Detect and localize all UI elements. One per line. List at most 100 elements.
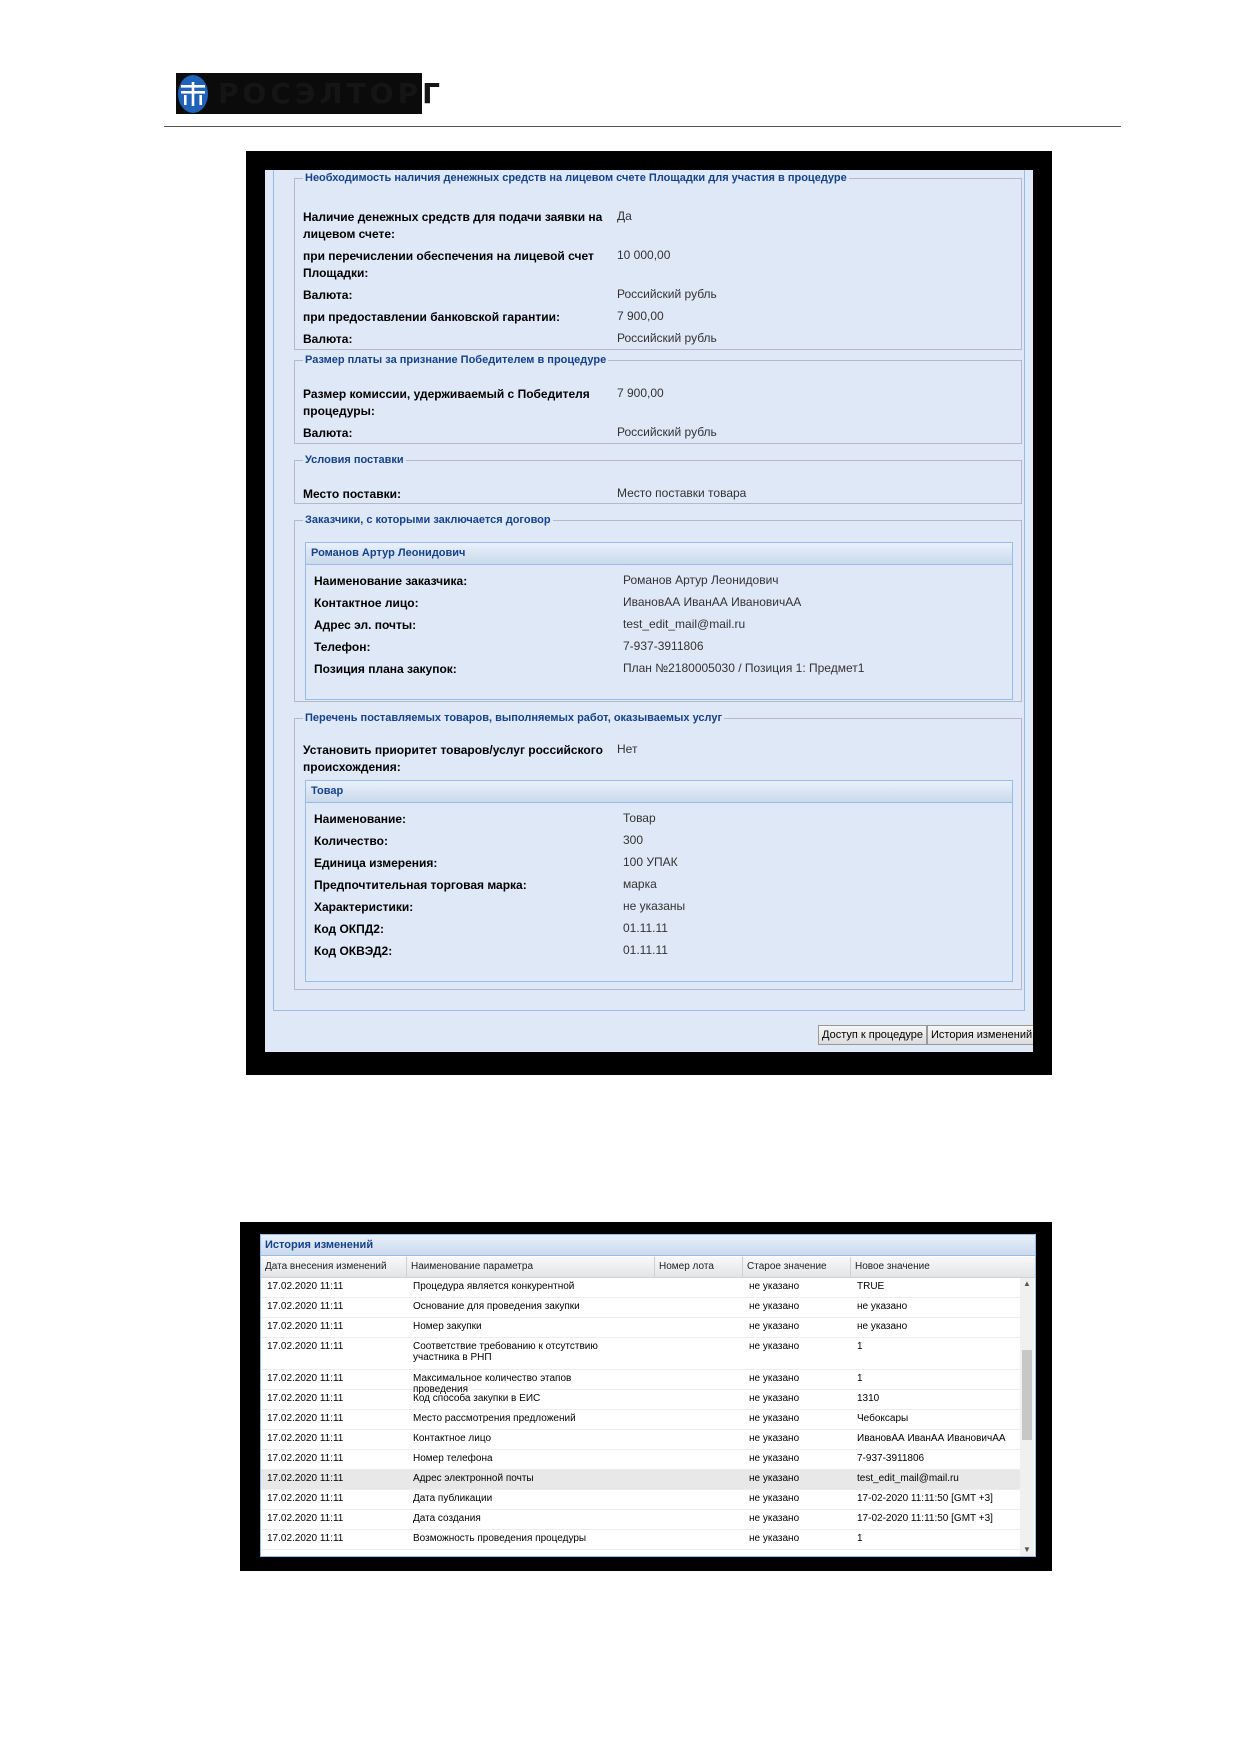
grid-header: Дата внесения изменений Наименование пар… xyxy=(261,1257,1035,1278)
scroll-down-icon[interactable]: ▼ xyxy=(1020,1544,1034,1556)
history-row[interactable]: 17.02.2020 11:11 Номер телефона не указано… xyxy=(261,1450,1021,1470)
cell-date: 17.02.2020 11:11 xyxy=(267,1321,344,1332)
winner-fee-fieldset: Размер платы за признание Победителем в … xyxy=(294,354,1022,444)
cell-date: 17.02.2020 11:11 xyxy=(267,1281,344,1292)
cell-old-value: не указано xyxy=(749,1373,800,1384)
logo-emblem-icon xyxy=(178,74,208,113)
cell-parameter: Возможность проведения процедуры xyxy=(413,1533,587,1544)
cell-old-value: не указано xyxy=(749,1533,800,1544)
cell-old-value: не указано xyxy=(749,1473,800,1484)
cell-new-value: 1 xyxy=(857,1373,863,1384)
cash-requirement-legend: Необходимость наличия денежных средств н… xyxy=(305,172,847,184)
field-value: План №2180005030 / Позиция 1: Предмет1 xyxy=(623,661,865,675)
grid-body: 17.02.2020 11:11 Процедура является конку… xyxy=(261,1278,1021,1550)
history-row[interactable]: 17.02.2020 11:11 Контактное лицо не указан… xyxy=(261,1430,1021,1450)
history-row[interactable]: 17.02.2020 11:11 Соответствие требованию … xyxy=(261,1338,1021,1370)
cell-new-value: test_edit_mail@mail.ru xyxy=(857,1473,959,1484)
cell-new-value: не указано xyxy=(857,1301,908,1312)
procedure-access-button[interactable]: Доступ к процедуре xyxy=(818,1025,928,1045)
cell-parameter: Дата создания xyxy=(413,1513,481,1524)
procedure-form-screenshot: Необходимость наличия денежных средств н… xyxy=(246,151,1052,1075)
cell-date: 17.02.2020 11:11 xyxy=(267,1341,344,1352)
field-label: Единица измерения: xyxy=(314,856,438,870)
field-label: Позиция плана закупок: xyxy=(314,662,457,676)
history-row[interactable]: 17.02.2020 11:11 Процедура является конку… xyxy=(261,1278,1021,1298)
field-label: Наличие денежных средств для подачи заяв… xyxy=(303,210,603,241)
cell-old-value: не указано xyxy=(749,1433,800,1444)
cell-new-value: 1310 xyxy=(857,1393,880,1404)
customers-fieldset: Заказчики, с которыми заключается догово… xyxy=(294,514,1022,702)
change-history-title: История изменений xyxy=(261,1235,1035,1256)
cash-requirement-fieldset: Необходимость наличия денежных средств н… xyxy=(294,172,1022,350)
scroll-up-icon[interactable]: ▲ xyxy=(1020,1278,1034,1290)
change-history-button[interactable]: История изменений xyxy=(927,1025,1033,1045)
cell-new-value: ИвановАА ИванАА ИвановичАА xyxy=(857,1433,1006,1444)
scrollbar-thumb[interactable] xyxy=(1022,1350,1032,1440)
field-label: Адрес эл. почты: xyxy=(314,618,417,632)
field-value: Нет xyxy=(617,742,638,756)
cell-date: 17.02.2020 11:11 xyxy=(267,1413,344,1424)
customers-legend: Заказчики, с которыми заключается догово… xyxy=(305,514,551,526)
cell-old-value: не указано xyxy=(749,1321,800,1332)
history-row[interactable]: 17.02.2020 11:11 Код способа закупки в ЕИ… xyxy=(261,1390,1021,1410)
field-value: 10 000,00 xyxy=(617,248,671,262)
cell-old-value: не указано xyxy=(749,1513,800,1524)
field-value: 300 xyxy=(623,833,644,847)
field-label: Предпочтительная торговая марка: xyxy=(314,878,527,892)
field-label: Установить приоритет товаров/услуг росси… xyxy=(303,743,603,774)
history-row[interactable]: 17.02.2020 11:11 Основание для проведения… xyxy=(261,1298,1021,1318)
goods-item-panel: Товар Наименование: Товар Количество: 30… xyxy=(305,780,1013,982)
field-value: 01.11.11 xyxy=(623,921,668,935)
field-value: Российский рубль xyxy=(617,287,717,301)
field-value: test_edit_mail@mail.ru xyxy=(623,617,746,631)
column-header-lot-number[interactable]: Номер лота xyxy=(655,1257,743,1277)
field-label: Код ОКВЭД2: xyxy=(314,944,393,958)
column-header-date[interactable]: Дата внесения изменений xyxy=(261,1257,407,1277)
column-header-parameter[interactable]: Наименование параметра xyxy=(407,1257,655,1277)
goods-list-fieldset: Перечень поставляемых товаров, выполняем… xyxy=(294,712,1022,990)
field-label: Контактное лицо: xyxy=(314,596,419,610)
grid-scrollbar[interactable]: ▲ ▼ xyxy=(1020,1278,1034,1556)
history-row[interactable]: 17.02.2020 11:11 Дата создания не указано 1… xyxy=(261,1510,1021,1530)
goods-list-legend: Перечень поставляемых товаров, выполняем… xyxy=(305,712,723,724)
logo-text: РОСЭЛТОРГ xyxy=(218,77,444,110)
cell-old-value: не указано xyxy=(749,1493,800,1504)
field-label: Наименование заказчика: xyxy=(314,574,468,588)
history-row[interactable]: 17.02.2020 11:11 Максимальное количество … xyxy=(261,1370,1021,1395)
cell-parameter: Код способа закупки в ЕИС xyxy=(413,1393,541,1404)
field-label: Телефон: xyxy=(314,640,371,654)
field-value: Товар xyxy=(623,811,656,825)
cell-old-value: не указано xyxy=(749,1453,800,1464)
field-label: Код ОКПД2: xyxy=(314,922,384,936)
cell-old-value: не указано xyxy=(749,1341,800,1352)
cell-new-value: 7-937-3911806 xyxy=(857,1453,925,1464)
goods-item-panel-title: Товар xyxy=(306,781,1012,803)
column-header-old-value[interactable]: Старое значение xyxy=(743,1257,851,1277)
field-label: Валюта: xyxy=(303,288,353,302)
field-label: при предоставлении банковской гарантии: xyxy=(303,310,560,324)
field-value: Российский рубль xyxy=(617,425,717,439)
history-row[interactable]: 17.02.2020 11:11 Место рассмотрения предл… xyxy=(261,1410,1021,1430)
cell-old-value: не указано xyxy=(749,1301,800,1312)
history-row[interactable]: 17.02.2020 11:11 Номер закупки не указано н… xyxy=(261,1318,1021,1338)
cell-date: 17.02.2020 11:11 xyxy=(267,1533,344,1544)
history-row[interactable]: 17.02.2020 11:11 Возможность проведения п… xyxy=(261,1530,1021,1550)
field-label: Наименование: xyxy=(314,812,407,826)
cell-date: 17.02.2020 11:11 xyxy=(267,1301,344,1312)
cell-new-value: 1 xyxy=(857,1341,863,1352)
delivery-conditions-legend: Условия поставки xyxy=(305,454,404,466)
history-row[interactable]: 17.02.2020 11:11 Адрес электронной почты н… xyxy=(261,1470,1021,1490)
cell-date: 17.02.2020 11:11 xyxy=(267,1433,344,1444)
header-divider xyxy=(164,126,1121,127)
winner-fee-legend: Размер платы за признание Победителем в … xyxy=(305,354,607,366)
field-value: не указаны xyxy=(623,899,686,913)
history-row[interactable]: 17.02.2020 11:11 Дата публикации не указан… xyxy=(261,1490,1021,1510)
field-label: при перечислении обеспечения на лицевой … xyxy=(303,249,594,280)
field-value: Романов Артур Леонидович xyxy=(623,573,779,587)
cell-new-value: Чебоксары xyxy=(857,1413,909,1424)
column-header-new-value[interactable]: Новое значение xyxy=(851,1257,1035,1277)
field-value: 7-937-3911806 xyxy=(623,639,704,653)
cell-parameter: Соответствие требованию к отсутствию уча… xyxy=(413,1341,598,1363)
cell-parameter: Дата публикации xyxy=(413,1493,493,1504)
cell-new-value: 17-02-2020 11:11:50 [GMT +3] xyxy=(857,1493,993,1504)
